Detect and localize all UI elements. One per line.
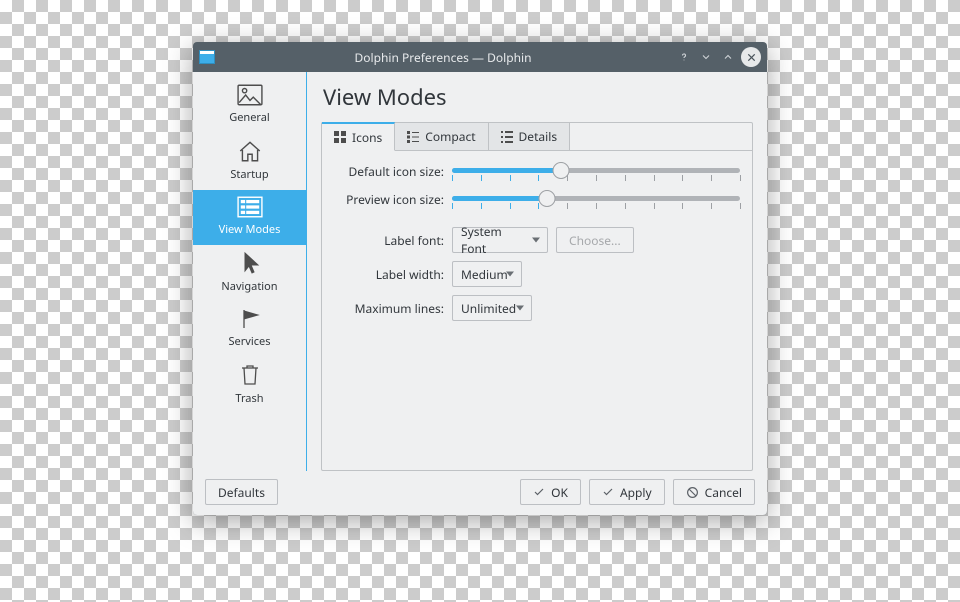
default-icon-size-slider[interactable] xyxy=(452,161,740,181)
max-lines-combo[interactable]: Unlimited xyxy=(452,295,532,321)
titlebar: Dolphin Preferences — Dolphin xyxy=(193,42,767,72)
cancel-button[interactable]: Cancel xyxy=(673,479,755,505)
apply-button[interactable]: Apply xyxy=(589,479,665,505)
tab-compact[interactable]: Compact xyxy=(395,123,488,151)
sidebar-item-startup[interactable]: Startup xyxy=(193,133,306,190)
choose-font-button: Choose... xyxy=(556,227,634,253)
preview-icon-size-slider[interactable] xyxy=(452,189,740,209)
tabbar: Icons Compact Details xyxy=(322,123,752,151)
maximize-button[interactable] xyxy=(719,48,737,66)
preferences-window: Dolphin Preferences — Dolphin General xyxy=(193,42,767,515)
window-title: Dolphin Preferences — Dolphin xyxy=(215,49,671,66)
sidebar-item-label: Startup xyxy=(230,167,268,182)
app-icon xyxy=(199,50,215,64)
cursor-icon xyxy=(239,251,261,275)
sidebar-item-label: Navigation xyxy=(221,279,277,294)
trash-icon xyxy=(239,363,261,387)
sidebar-item-navigation[interactable]: Navigation xyxy=(193,245,306,302)
page-heading: View Modes xyxy=(323,82,753,112)
sidebar-item-label: View Modes xyxy=(219,222,281,237)
defaults-button[interactable]: Defaults xyxy=(205,479,278,505)
sidebar-item-label: Services xyxy=(229,334,271,349)
tab-content-icons: Default icon size: Preview icon size: xyxy=(322,151,752,470)
close-button[interactable] xyxy=(741,47,761,67)
tab-label: Details xyxy=(519,128,558,145)
main-panel: View Modes Icons Compact Det xyxy=(306,72,767,471)
tabbar-filler xyxy=(570,123,752,151)
body: General Startup View Modes Navigation Se… xyxy=(193,72,767,471)
sidebar-item-view-modes[interactable]: View Modes xyxy=(193,190,306,245)
image-icon xyxy=(237,84,263,106)
footer: Defaults OK Apply Cancel xyxy=(193,471,767,515)
sidebar-item-label: General xyxy=(229,110,270,125)
tab-label: Icons xyxy=(352,129,382,146)
preview-icon-size-label: Preview icon size: xyxy=(334,191,452,208)
compact-tab-icon xyxy=(407,131,419,143)
combo-value: Unlimited xyxy=(461,300,516,317)
check-icon xyxy=(602,486,614,498)
tab-label: Compact xyxy=(425,128,475,145)
minimize-button[interactable] xyxy=(697,48,715,66)
sidebar: General Startup View Modes Navigation Se… xyxy=(193,72,306,471)
combo-value: Medium xyxy=(461,266,508,283)
label-font-label: Label font: xyxy=(334,232,452,249)
max-lines-label: Maximum lines: xyxy=(334,300,452,317)
prohibit-icon xyxy=(686,486,699,499)
check-icon xyxy=(533,486,545,498)
sidebar-item-services[interactable]: Services xyxy=(193,302,306,357)
tab-icons[interactable]: Icons xyxy=(322,122,395,151)
icons-tab-icon xyxy=(334,131,346,143)
tabgroup: Icons Compact Details xyxy=(321,122,753,471)
label-width-label: Label width: xyxy=(334,266,452,283)
label-width-combo[interactable]: Medium xyxy=(452,261,522,287)
help-button[interactable] xyxy=(675,48,693,66)
details-tab-icon xyxy=(501,131,513,143)
ok-button[interactable]: OK xyxy=(520,479,581,505)
flag-icon xyxy=(238,308,262,330)
sidebar-item-general[interactable]: General xyxy=(193,78,306,133)
tab-details[interactable]: Details xyxy=(489,123,571,151)
combo-value: System Font xyxy=(461,223,525,257)
sidebar-item-trash[interactable]: Trash xyxy=(193,357,306,414)
sidebar-item-label: Trash xyxy=(235,391,263,406)
label-font-combo[interactable]: System Font xyxy=(452,227,548,253)
home-icon xyxy=(237,139,263,163)
client-area: General Startup View Modes Navigation Se… xyxy=(193,72,767,515)
view-list-icon xyxy=(237,196,263,218)
default-icon-size-label: Default icon size: xyxy=(334,163,452,180)
